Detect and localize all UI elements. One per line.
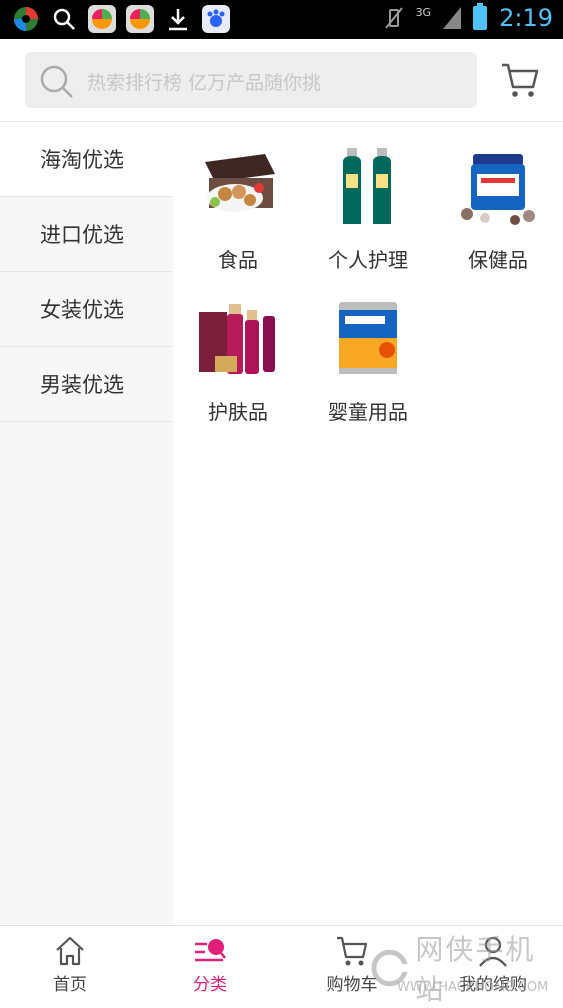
sidebar-item-import[interactable]: 进口优选 <box>0 197 173 272</box>
search-input[interactable]: 热索排行榜 亿万产品随你挑 <box>25 52 477 108</box>
category-infant[interactable]: 婴童用品 <box>303 274 433 424</box>
sidebar-item-womens[interactable]: 女装优选 <box>0 272 173 347</box>
battery-icon <box>473 3 488 30</box>
sidebar-item-label: 进口优选 <box>40 223 124 247</box>
skincare-set-image <box>199 304 275 374</box>
nav-home[interactable]: 首页 <box>0 926 140 1003</box>
watermark-url: WWW.HACKHOME.COM <box>397 980 549 995</box>
app-swirl-icon <box>12 5 40 33</box>
notification-icons <box>12 5 230 33</box>
vibrate-mute-icon <box>384 7 403 29</box>
download-icon <box>164 5 192 33</box>
category-sidebar: 海淘优选 进口优选 女装优选 男装优选 <box>0 122 173 924</box>
nav-category[interactable]: 分类 <box>140 926 280 1003</box>
sidebar-item-label: 海淘优选 <box>40 148 124 172</box>
baidu-icon <box>202 5 230 33</box>
health-supplement-jar-image <box>461 154 535 225</box>
search-notification-icon <box>50 5 78 33</box>
sidebar-item-mens[interactable]: 男装优选 <box>0 347 173 422</box>
nav-label: 分类 <box>193 975 227 995</box>
app-store-icon <box>88 5 116 33</box>
category-personal-care[interactable]: 个人护理 <box>303 122 433 272</box>
watermark-brand: 网侠手机站 <box>415 933 536 1006</box>
cart-icon[interactable] <box>500 60 540 100</box>
category-label: 保健品 <box>468 248 528 272</box>
home-icon <box>56 936 84 966</box>
category-label: 护肤品 <box>208 400 268 424</box>
header: 热索排行榜 亿万产品随你挑 <box>0 39 563 122</box>
network-type: 3G <box>415 5 432 19</box>
category-label: 婴童用品 <box>328 400 408 424</box>
category-food[interactable]: 食品 <box>173 122 303 272</box>
signal-icon <box>443 7 462 29</box>
sidebar-item-label: 男装优选 <box>40 373 124 397</box>
infant-formula-can-image <box>339 302 397 374</box>
watermark: 网侠手机站 <box>370 928 563 1008</box>
system-status: 3G 2:19 <box>384 3 553 32</box>
search-icon <box>40 65 73 98</box>
sidebar-item-haitao[interactable]: 海淘优选 <box>0 122 173 197</box>
category-grid: 食品 个人护理 保健品 护肤品 婴童用品 <box>173 122 563 924</box>
category-health[interactable]: 保健品 <box>433 122 563 272</box>
clock: 2:19 <box>499 4 553 32</box>
category-label: 个人护理 <box>328 248 408 272</box>
shampoo-bottles-image <box>343 148 391 224</box>
sidebar-item-label: 女装优选 <box>40 298 124 322</box>
search-placeholder: 热索排行榜 亿万产品随你挑 <box>87 72 322 94</box>
cart-icon <box>337 936 368 966</box>
category-label: 食品 <box>218 248 258 272</box>
app-store-icon-2 <box>126 5 154 33</box>
nav-label: 首页 <box>53 975 87 995</box>
food-gift-box-image <box>205 154 275 212</box>
status-bar: 3G 2:19 <box>0 0 563 39</box>
category-skincare[interactable]: 护肤品 <box>173 274 303 424</box>
category-icon <box>195 939 226 962</box>
